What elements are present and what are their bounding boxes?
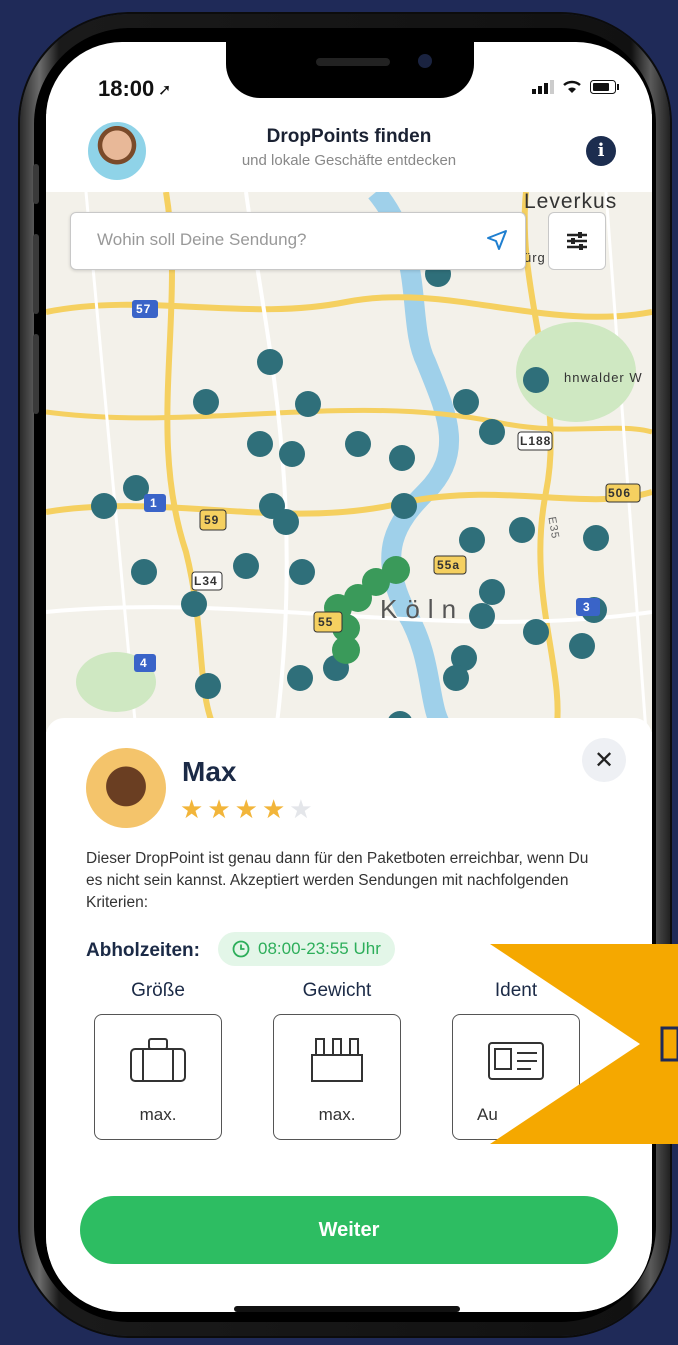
rating-stars: ★ ★ ★ ★ ★ (180, 794, 313, 825)
app-header: DropPoints finden und lokale Geschäfte e… (46, 114, 652, 192)
star-empty-icon: ★ (289, 794, 313, 824)
info-icon[interactable]: i (586, 136, 616, 166)
map-canvas (46, 192, 652, 732)
speaker-grille (316, 58, 390, 66)
wifi-icon (563, 80, 581, 93)
road-sign-59: 59 (204, 513, 220, 527)
pickup-hours-value: 08:00-23:55 Uhr (258, 939, 381, 958)
filter-button[interactable] (548, 212, 606, 270)
criterion-weight: Gewicht max. (273, 980, 401, 1140)
map-label-city-koeln: Köln (380, 594, 465, 624)
criterion-value: max. (318, 1105, 356, 1124)
road-sign-506: 506 (608, 486, 632, 500)
road-sign-55: 55 (318, 615, 334, 629)
volume-up-button (33, 234, 39, 314)
status-icons (532, 80, 620, 94)
map-label-district: ürg (524, 250, 546, 265)
host-avatar (86, 748, 166, 828)
criterion-size: Größe max. (94, 980, 222, 1140)
road-sign-3: 3 (583, 600, 591, 614)
status-bar: 18:00 ➚ (46, 76, 652, 104)
host-name: Max (182, 756, 237, 787)
map-label-city-leverkusen: Leverkus (524, 192, 618, 213)
road-sign-l188: L188 (520, 434, 552, 448)
pickup-hours-label: Abholzeiten: (86, 940, 200, 961)
page-subtitle: und lokale Geschäfte entdecken (241, 152, 457, 169)
page-title: DropPoints finden (266, 126, 432, 147)
suitcase-icon (130, 1038, 186, 1082)
close-icon: ✕ (593, 746, 615, 774)
bottle-crate-icon (311, 1038, 363, 1082)
pickup-hours-badge: 08:00-23:55 Uhr (218, 932, 395, 966)
signal-icon (532, 80, 554, 94)
star-icon: ★ (180, 794, 204, 824)
sliders-icon (567, 232, 587, 250)
mute-switch (33, 164, 39, 204)
map-label-forest: hnwalder W (564, 370, 643, 385)
criterion-value: max. (139, 1105, 177, 1124)
search-input[interactable] (95, 229, 479, 251)
criterion-title: Größe (131, 980, 185, 1001)
criterion-box[interactable]: max. (273, 1014, 401, 1140)
home-indicator[interactable] (234, 1306, 460, 1312)
star-icon: ★ (234, 794, 258, 824)
continue-button[interactable]: Weiter (80, 1196, 618, 1264)
road-sign-4: 4 (140, 656, 148, 670)
road-sign-l34: L34 (194, 574, 218, 588)
criterion-title: Gewicht (302, 980, 372, 1001)
front-camera (418, 54, 432, 68)
criterion-box[interactable]: max. (94, 1014, 222, 1140)
droppoint-description: Dieser DropPoint ist genau dann für den … (86, 850, 589, 911)
location-services-icon: ➚ (158, 82, 172, 99)
location-arrow-icon[interactable] (485, 228, 509, 252)
road-sign-1: 1 (150, 496, 158, 510)
battery-icon (590, 80, 619, 94)
clock-icon (232, 940, 250, 958)
destination-search[interactable] (70, 212, 526, 270)
road-sign-57: 57 (136, 302, 152, 316)
close-button[interactable]: ✕ (582, 738, 626, 782)
star-icon: ★ (261, 794, 286, 824)
promo-arrow-overlay (490, 944, 678, 1144)
volume-down-button (33, 334, 39, 414)
star-icon: ★ (207, 794, 231, 824)
map-view[interactable]: Leverkus Köln hnwalder W ürg 57 1 59 L34… (46, 192, 652, 732)
road-sign-55a: 55a (437, 558, 461, 572)
status-time: 18:00 (98, 76, 155, 101)
